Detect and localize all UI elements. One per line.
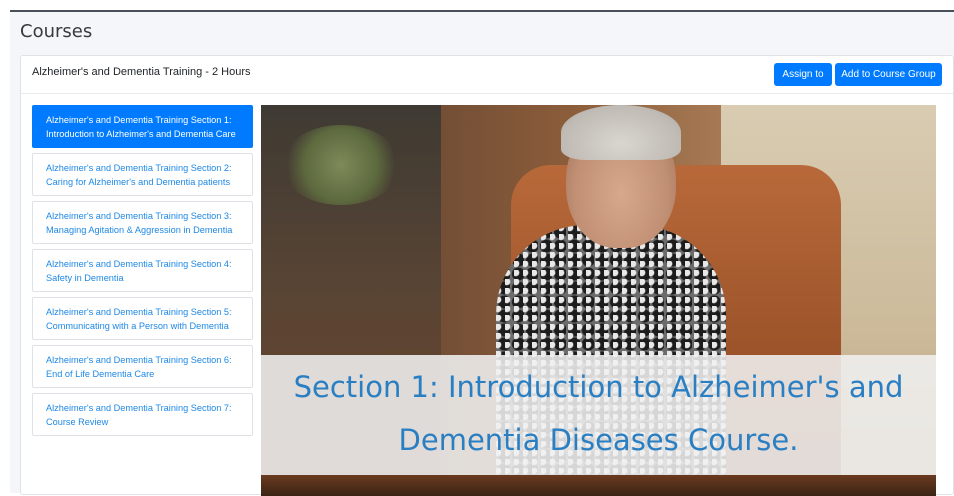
- section-item-1[interactable]: Alzheimer's and Dementia Training Sectio…: [32, 105, 253, 148]
- page-title: Courses: [20, 21, 93, 42]
- course-title: Alzheimer's and Dementia Training - 2 Ho…: [32, 66, 251, 78]
- section-item-5[interactable]: Alzheimer's and Dementia Training Sectio…: [32, 297, 253, 340]
- section-item-3[interactable]: Alzheimer's and Dementia Training Sectio…: [32, 201, 253, 244]
- video-caption-line-2: Dementia Diseases Course.: [398, 423, 799, 457]
- video-caption-line-1: Section 1: Introduction to Alzheimer's a…: [293, 370, 904, 404]
- section-item-4[interactable]: Alzheimer's and Dementia Training Sectio…: [32, 249, 253, 292]
- section-item-6[interactable]: Alzheimer's and Dementia Training Sectio…: [32, 345, 253, 388]
- add-to-course-group-button[interactable]: Add to Course Group: [835, 63, 942, 86]
- app-container: Courses Alzheimer's and Dementia Trainin…: [10, 10, 954, 496]
- section-item-2[interactable]: Alzheimer's and Dementia Training Sectio…: [32, 153, 253, 196]
- section-list: Alzheimer's and Dementia Training Sectio…: [32, 105, 253, 441]
- course-card: Alzheimer's and Dementia Training - 2 Ho…: [20, 55, 954, 496]
- assign-to-button[interactable]: Assign to: [774, 63, 832, 86]
- video-person-hair: [561, 105, 681, 160]
- video-player[interactable]: Section 1: Introduction to Alzheimer's a…: [261, 105, 936, 496]
- video-background-plant: [281, 125, 401, 205]
- course-card-header: Alzheimer's and Dementia Training - 2 Ho…: [21, 56, 953, 94]
- section-item-7[interactable]: Alzheimer's and Dementia Training Sectio…: [32, 393, 253, 436]
